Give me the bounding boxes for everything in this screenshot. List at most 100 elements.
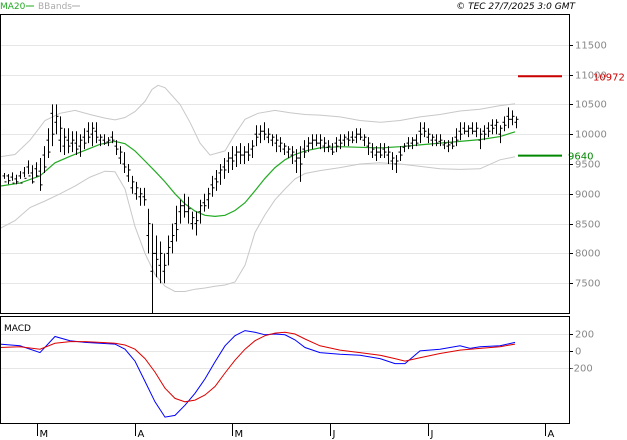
macd-lines [0,330,516,418]
price-bar [262,122,267,141]
price-bar [122,152,127,173]
price-bar [66,128,71,154]
price-bar [178,199,183,224]
price-bar [230,146,235,170]
price-bar [386,146,391,164]
price-bar [134,181,139,200]
price-bar [266,128,271,144]
price-bar [314,134,319,147]
price-bar [238,143,243,164]
price-bar [126,164,131,182]
price-bar [226,152,231,173]
price-bar [94,122,99,144]
price-bar [222,158,227,179]
price-bar [274,134,279,153]
y-tick-label: 8000 [575,249,600,260]
price-bar [478,128,483,150]
price-bar [342,134,347,147]
macd-series-macd [0,330,516,418]
price-bar [458,122,463,141]
macd-y-tick-label: 0 [575,347,581,358]
price-bar [246,143,251,162]
price-bar [378,143,383,159]
price-bar [106,137,111,147]
price-bar [426,128,431,144]
price-bar [50,104,55,147]
price-bar [294,149,299,173]
price-bar [26,160,31,177]
x-tick-label: M [235,429,244,440]
source-credit: © TEC 27/7/2025 3:0 GMT [456,2,576,12]
legend-ma-label: MA20 [0,2,26,12]
price-bar [326,140,331,153]
price-bar [210,175,215,197]
price-bar [186,196,191,224]
price-bar [242,146,247,164]
band-line-bbands-upper [0,84,516,158]
price-bar [206,187,211,209]
price-bar [502,116,507,132]
price-bar [142,187,147,206]
price-bar [214,169,219,191]
price-bar [250,140,255,159]
price-bar [330,143,335,156]
price-bar [6,174,11,185]
macd-title: MACD [4,324,31,334]
x-tick-label: A [548,429,555,440]
price-bar [510,110,515,126]
price-bar [218,164,223,185]
y-tick-label: 8500 [575,220,600,231]
price-bar [202,193,207,212]
y-tick-label: 11500 [575,41,607,52]
y-tick-label: 11000 [575,71,607,82]
price-bar [158,241,163,284]
price-bar [490,119,495,135]
price-bar [366,137,371,156]
price-bar [346,131,351,147]
y-tick-label: 9500 [575,160,600,171]
price-bar [406,137,411,150]
chart-canvas: 109729640 7500 8000 8500 9000 9500 10000 10500… [0,2,625,440]
price-bar [462,122,467,135]
price-bar [82,128,87,150]
price-bar [170,223,175,254]
price-bar [254,125,259,147]
price-bar [390,152,395,170]
price-bar [442,140,447,150]
price-bar [194,211,199,236]
price-bar [454,128,459,147]
price-bar [286,146,291,159]
macd-series-signal [0,331,516,403]
price-bar [234,146,239,167]
price-bar [10,172,15,184]
price-bar [278,137,283,153]
level-lines: 109729640 [518,72,625,163]
price-bar [182,193,187,218]
price-bar [470,122,475,135]
price-bar [450,137,455,150]
moving-average [0,131,516,218]
price-bar [86,122,91,144]
price-bar [506,107,511,129]
price-bar [398,146,403,162]
y-tick-label: 10000 [575,130,607,141]
y-tick-label: 9000 [575,190,600,201]
price-bar [270,134,275,147]
price-bar [382,143,387,159]
price-bar [2,172,7,183]
price-bar [322,137,327,153]
price-bar [162,253,167,284]
price-bar [514,116,519,129]
price-bar [46,128,51,159]
price-bar [410,137,415,150]
price-bar [350,131,355,144]
price-bar [438,134,443,147]
price-bar [362,134,367,147]
price-bar [42,146,47,173]
price-bar [190,211,195,230]
macd-grid [1,334,569,369]
ma20-line [0,131,516,218]
price-bar [354,128,359,144]
price-bar [418,122,423,144]
price-bar [30,165,35,184]
